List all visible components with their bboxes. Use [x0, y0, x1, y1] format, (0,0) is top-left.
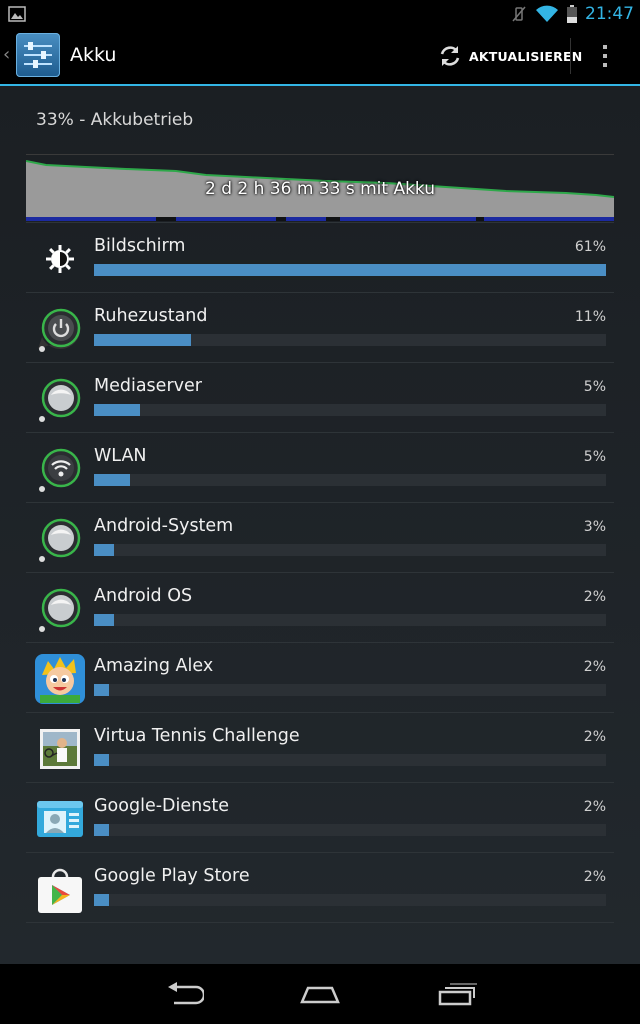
list-item[interactable]: Amazing Alex 2% — [26, 642, 614, 712]
usage-bar — [94, 474, 606, 486]
usage-name: Google-Dienste — [94, 796, 229, 816]
action-divider — [570, 38, 571, 74]
navigation-bar — [0, 964, 640, 1024]
usage-percent: 2% — [583, 589, 606, 605]
usage-bar-fill — [94, 404, 141, 416]
usage-name: WLAN — [94, 446, 147, 466]
usage-name: Bildschirm — [94, 236, 186, 256]
battery-icon — [567, 5, 577, 23]
usage-name: Ruhezustand — [94, 306, 208, 326]
list-item[interactable]: Android-System 3% — [26, 502, 614, 572]
usage-bar-fill — [94, 334, 192, 346]
usage-name: Virtua Tennis Challenge — [94, 726, 300, 746]
sliders-icon — [24, 42, 52, 68]
brightness-icon — [46, 245, 74, 273]
usage-name: Android OS — [94, 586, 193, 606]
recent-apps-icon[interactable] — [437, 982, 477, 1006]
usage-bar-fill — [94, 474, 130, 486]
usage-name: Amazing Alex — [94, 656, 214, 676]
settings-app-icon[interactable] — [16, 33, 60, 77]
battery-summary: 33% - Akkubetrieb — [36, 110, 194, 130]
battery-history-graph[interactable]: 2 d 2 h 36 m 33 s mit Akku — [26, 154, 614, 223]
clock: 21:47 — [585, 4, 634, 24]
usage-name: Android-System — [94, 516, 234, 536]
battery-content: 33% - Akkubetrieb 2 d 2 h 36 m 33 s mit … — [0, 86, 640, 964]
back-icon[interactable] — [166, 982, 204, 1006]
usage-bar — [94, 894, 606, 906]
usage-percent: 2% — [583, 799, 606, 815]
usage-percent: 2% — [583, 659, 606, 675]
wifi-icon — [39, 448, 81, 492]
list-item[interactable]: Ruhezustand 11% — [26, 292, 614, 362]
up-caret-icon[interactable]: ‹ — [3, 44, 10, 65]
status-bar: 21:47 — [0, 0, 640, 28]
usage-bar — [94, 754, 606, 766]
usage-bar-fill — [94, 824, 110, 836]
usage-list: Bildschirm 61% Ruhezustand 11% Mediaserv… — [26, 222, 614, 923]
usage-bar-fill — [94, 544, 115, 556]
usage-bar — [94, 614, 606, 626]
usage-bar — [94, 684, 606, 696]
usage-bar — [94, 824, 606, 836]
refresh-icon — [440, 46, 460, 66]
usage-percent: 2% — [583, 869, 606, 885]
wifi-icon — [536, 5, 558, 22]
refresh-button[interactable]: AKTUALISIEREN — [437, 40, 582, 72]
action-bar: ‹ Akku AKTUALISIEREN — [0, 28, 640, 86]
vibrate-muted-icon — [512, 6, 526, 22]
list-item[interactable]: Google-Dienste 2% — [26, 782, 614, 852]
usage-bar — [94, 334, 606, 346]
usage-bar — [94, 544, 606, 556]
usage-name: Google Play Store — [94, 866, 250, 886]
usage-percent: 5% — [583, 449, 606, 465]
amazing-alex-app-icon — [35, 654, 85, 704]
usage-bar-fill — [94, 754, 110, 766]
usage-bar — [94, 404, 606, 416]
android-system-icon — [39, 588, 81, 632]
graph-label: 2 d 2 h 36 m 33 s mit Akku — [204, 179, 436, 199]
play-store-app-icon — [38, 868, 82, 913]
page-title: Akku — [70, 44, 117, 66]
virtua-tennis-app-icon — [40, 729, 80, 769]
gallery-notification-icon — [8, 6, 26, 22]
usage-percent: 3% — [583, 519, 606, 535]
list-item[interactable]: Mediaserver 5% — [26, 362, 614, 432]
list-item[interactable]: WLAN 5% — [26, 432, 614, 502]
home-icon[interactable] — [300, 982, 340, 1006]
refresh-label: AKTUALISIEREN — [469, 48, 583, 64]
usage-name: Mediaserver — [94, 376, 202, 396]
usage-bar-fill — [94, 264, 606, 276]
usage-bar — [94, 264, 606, 276]
usage-bar-fill — [94, 894, 110, 906]
usage-bar-fill — [94, 614, 115, 626]
usage-percent: 5% — [583, 379, 606, 395]
usage-percent: 61% — [574, 239, 606, 255]
list-item[interactable]: Bildschirm 61% — [26, 222, 614, 292]
android-system-icon — [39, 378, 81, 422]
list-item[interactable]: Android OS 2% — [26, 572, 614, 642]
google-services-app-icon — [37, 801, 83, 837]
android-system-icon — [39, 518, 81, 562]
list-item[interactable]: Virtua Tennis Challenge 2% — [26, 712, 614, 782]
power-icon — [38, 308, 81, 352]
list-item[interactable]: Google Play Store 2% — [26, 852, 614, 923]
usage-percent: 2% — [583, 729, 606, 745]
usage-bar-fill — [94, 684, 110, 696]
usage-percent: 11% — [574, 309, 606, 325]
overflow-menu-icon[interactable] — [598, 42, 612, 70]
